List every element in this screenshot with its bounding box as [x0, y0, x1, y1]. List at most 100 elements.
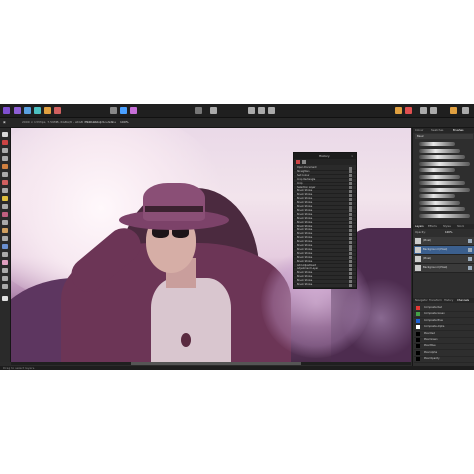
channel-label: Pixel Alpha: [424, 350, 438, 354]
layer-row[interactable]: (Pixel): [414, 237, 474, 246]
pen-tool-icon[interactable]: [2, 268, 8, 273]
layer-label: Background (Pixel): [423, 266, 448, 269]
brush-preset[interactable]: [419, 142, 455, 146]
tab-effects[interactable]: Effects: [428, 224, 437, 229]
brush-preset[interactable]: [419, 200, 460, 205]
history-undo-icon[interactable]: [302, 160, 306, 164]
transform-icon[interactable]: [430, 107, 437, 114]
scrollbar-thumb[interactable]: [131, 362, 301, 365]
layer-row[interactable]: (Pixel): [414, 255, 474, 264]
color-picker-icon[interactable]: [405, 107, 412, 114]
brush-preset[interactable]: [419, 194, 455, 198]
photo-persona-icon[interactable]: [14, 107, 21, 114]
primary-color-swatch[interactable]: [2, 296, 8, 301]
shape-tool-icon[interactable]: [2, 276, 8, 281]
dodge-brush-icon[interactable]: [2, 228, 8, 233]
channels-panel-tabs: Navigator Transform History Channels: [413, 298, 474, 303]
flood-select-icon[interactable]: [2, 164, 8, 169]
erase-brush-icon[interactable]: [2, 220, 8, 225]
tab-styles[interactable]: Styles: [443, 224, 451, 229]
layer-row[interactable]: Background (Pixel): [414, 246, 474, 255]
zoom-value[interactable]: 100%: [120, 118, 129, 127]
channel-color-swatch: [416, 306, 420, 310]
brush-preset[interactable]: [419, 213, 470, 218]
brush-preset[interactable]: [419, 148, 460, 153]
channel-label: Composite Red: [424, 306, 443, 309]
brush-preset[interactable]: [419, 207, 465, 211]
layer-row[interactable]: Background (Pixel): [414, 264, 474, 273]
pendant-shape: [181, 333, 191, 347]
gradient-tool-icon[interactable]: [2, 212, 8, 217]
mask-icon[interactable]: [130, 107, 137, 114]
develop-persona-icon[interactable]: [34, 107, 41, 114]
history-row-label: Brush Stroke: [297, 283, 313, 286]
snap-icon[interactable]: [248, 107, 255, 114]
layer-visibility-icon[interactable]: [468, 257, 472, 261]
channel-label: Composite Blue: [424, 318, 443, 322]
move-tool-icon[interactable]: [2, 132, 8, 137]
channel-color-swatch: [416, 338, 420, 342]
tab-layers[interactable]: Layers: [415, 224, 424, 229]
history-row[interactable]: Brush Stroke: [294, 283, 356, 288]
channel-row[interactable]: Pixel Opacity: [414, 356, 474, 364]
tab-colour[interactable]: Colour: [415, 128, 423, 133]
inpainting-brush-icon[interactable]: [2, 252, 8, 257]
channel-color-swatch: [416, 312, 420, 317]
tab-history[interactable]: History: [444, 298, 453, 303]
layer-label: (Pixel): [423, 257, 432, 260]
liquify-persona-icon[interactable]: [24, 107, 31, 114]
order-icon[interactable]: [195, 107, 202, 114]
grid-icon[interactable]: [120, 107, 127, 114]
studio-icon[interactable]: [450, 107, 457, 114]
history-panel[interactable]: History × Open Document Straighten Set Col…: [293, 152, 357, 289]
tab-swatches[interactable]: Swatches: [431, 128, 443, 133]
brush-preset[interactable]: [419, 168, 455, 172]
crop-tool-icon[interactable]: [2, 148, 8, 153]
red-eye-tool-icon[interactable]: [2, 260, 8, 265]
brush-preset[interactable]: [419, 187, 470, 192]
layer-visibility-icon[interactable]: [468, 239, 472, 243]
color-picker-tool-icon[interactable]: [2, 188, 8, 193]
selection-add-icon[interactable]: [268, 107, 275, 114]
text-tool-icon[interactable]: [2, 284, 8, 289]
horizontal-scrollbar[interactable]: [11, 362, 411, 365]
layer-visibility-icon[interactable]: [468, 266, 472, 270]
export-persona-icon[interactable]: [54, 107, 61, 114]
brush-preset[interactable]: [419, 161, 470, 166]
tab-brushes[interactable]: Brushes: [453, 128, 463, 133]
layer-thumbnail: [415, 256, 421, 262]
status-text: Drag to select layers.: [3, 366, 36, 370]
brush-preset[interactable]: [419, 155, 465, 159]
tone-map-persona-icon[interactable]: [44, 107, 51, 114]
brush-category-select[interactable]: Basic: [415, 134, 473, 139]
channel-color-swatch: [416, 318, 420, 323]
align-icon[interactable]: [210, 107, 217, 114]
knit-top-shape: [151, 278, 231, 362]
tab-stock[interactable]: Stock: [457, 224, 464, 229]
brush-preset[interactable]: [419, 174, 460, 179]
flood-fill-icon[interactable]: [2, 204, 8, 209]
tab-channels[interactable]: Channels: [457, 298, 469, 303]
tab-navigator[interactable]: Navigator: [415, 298, 428, 303]
arrange-icon[interactable]: [420, 107, 427, 114]
toggle-view-icon[interactable]: [110, 107, 117, 114]
layer-thumbnail: [415, 238, 421, 244]
freehand-select-icon[interactable]: [2, 180, 8, 185]
paint-brush-icon[interactable]: [2, 196, 8, 201]
tab-transform[interactable]: Transform: [429, 298, 442, 303]
selection-brush-icon[interactable]: [2, 156, 8, 161]
channel-color-swatch: [416, 357, 420, 362]
view-tool-icon[interactable]: [2, 140, 8, 145]
marquee-tool-icon[interactable]: [2, 172, 8, 177]
layer-visibility-icon[interactable]: [468, 248, 472, 252]
history-snapshot-icon[interactable]: [296, 160, 300, 164]
blur-brush-icon[interactable]: [2, 244, 8, 249]
quick-mask-icon[interactable]: [258, 107, 265, 114]
brush-preset[interactable]: [419, 181, 465, 185]
settings-icon[interactable]: [462, 107, 469, 114]
opacity-value[interactable]: 100%: [445, 230, 452, 235]
history-visibility-icon[interactable]: [349, 283, 352, 287]
clone-brush-icon[interactable]: [2, 236, 8, 241]
assistant-icon[interactable]: [395, 107, 402, 114]
channel-label: Pixel Opacity: [424, 357, 440, 361]
